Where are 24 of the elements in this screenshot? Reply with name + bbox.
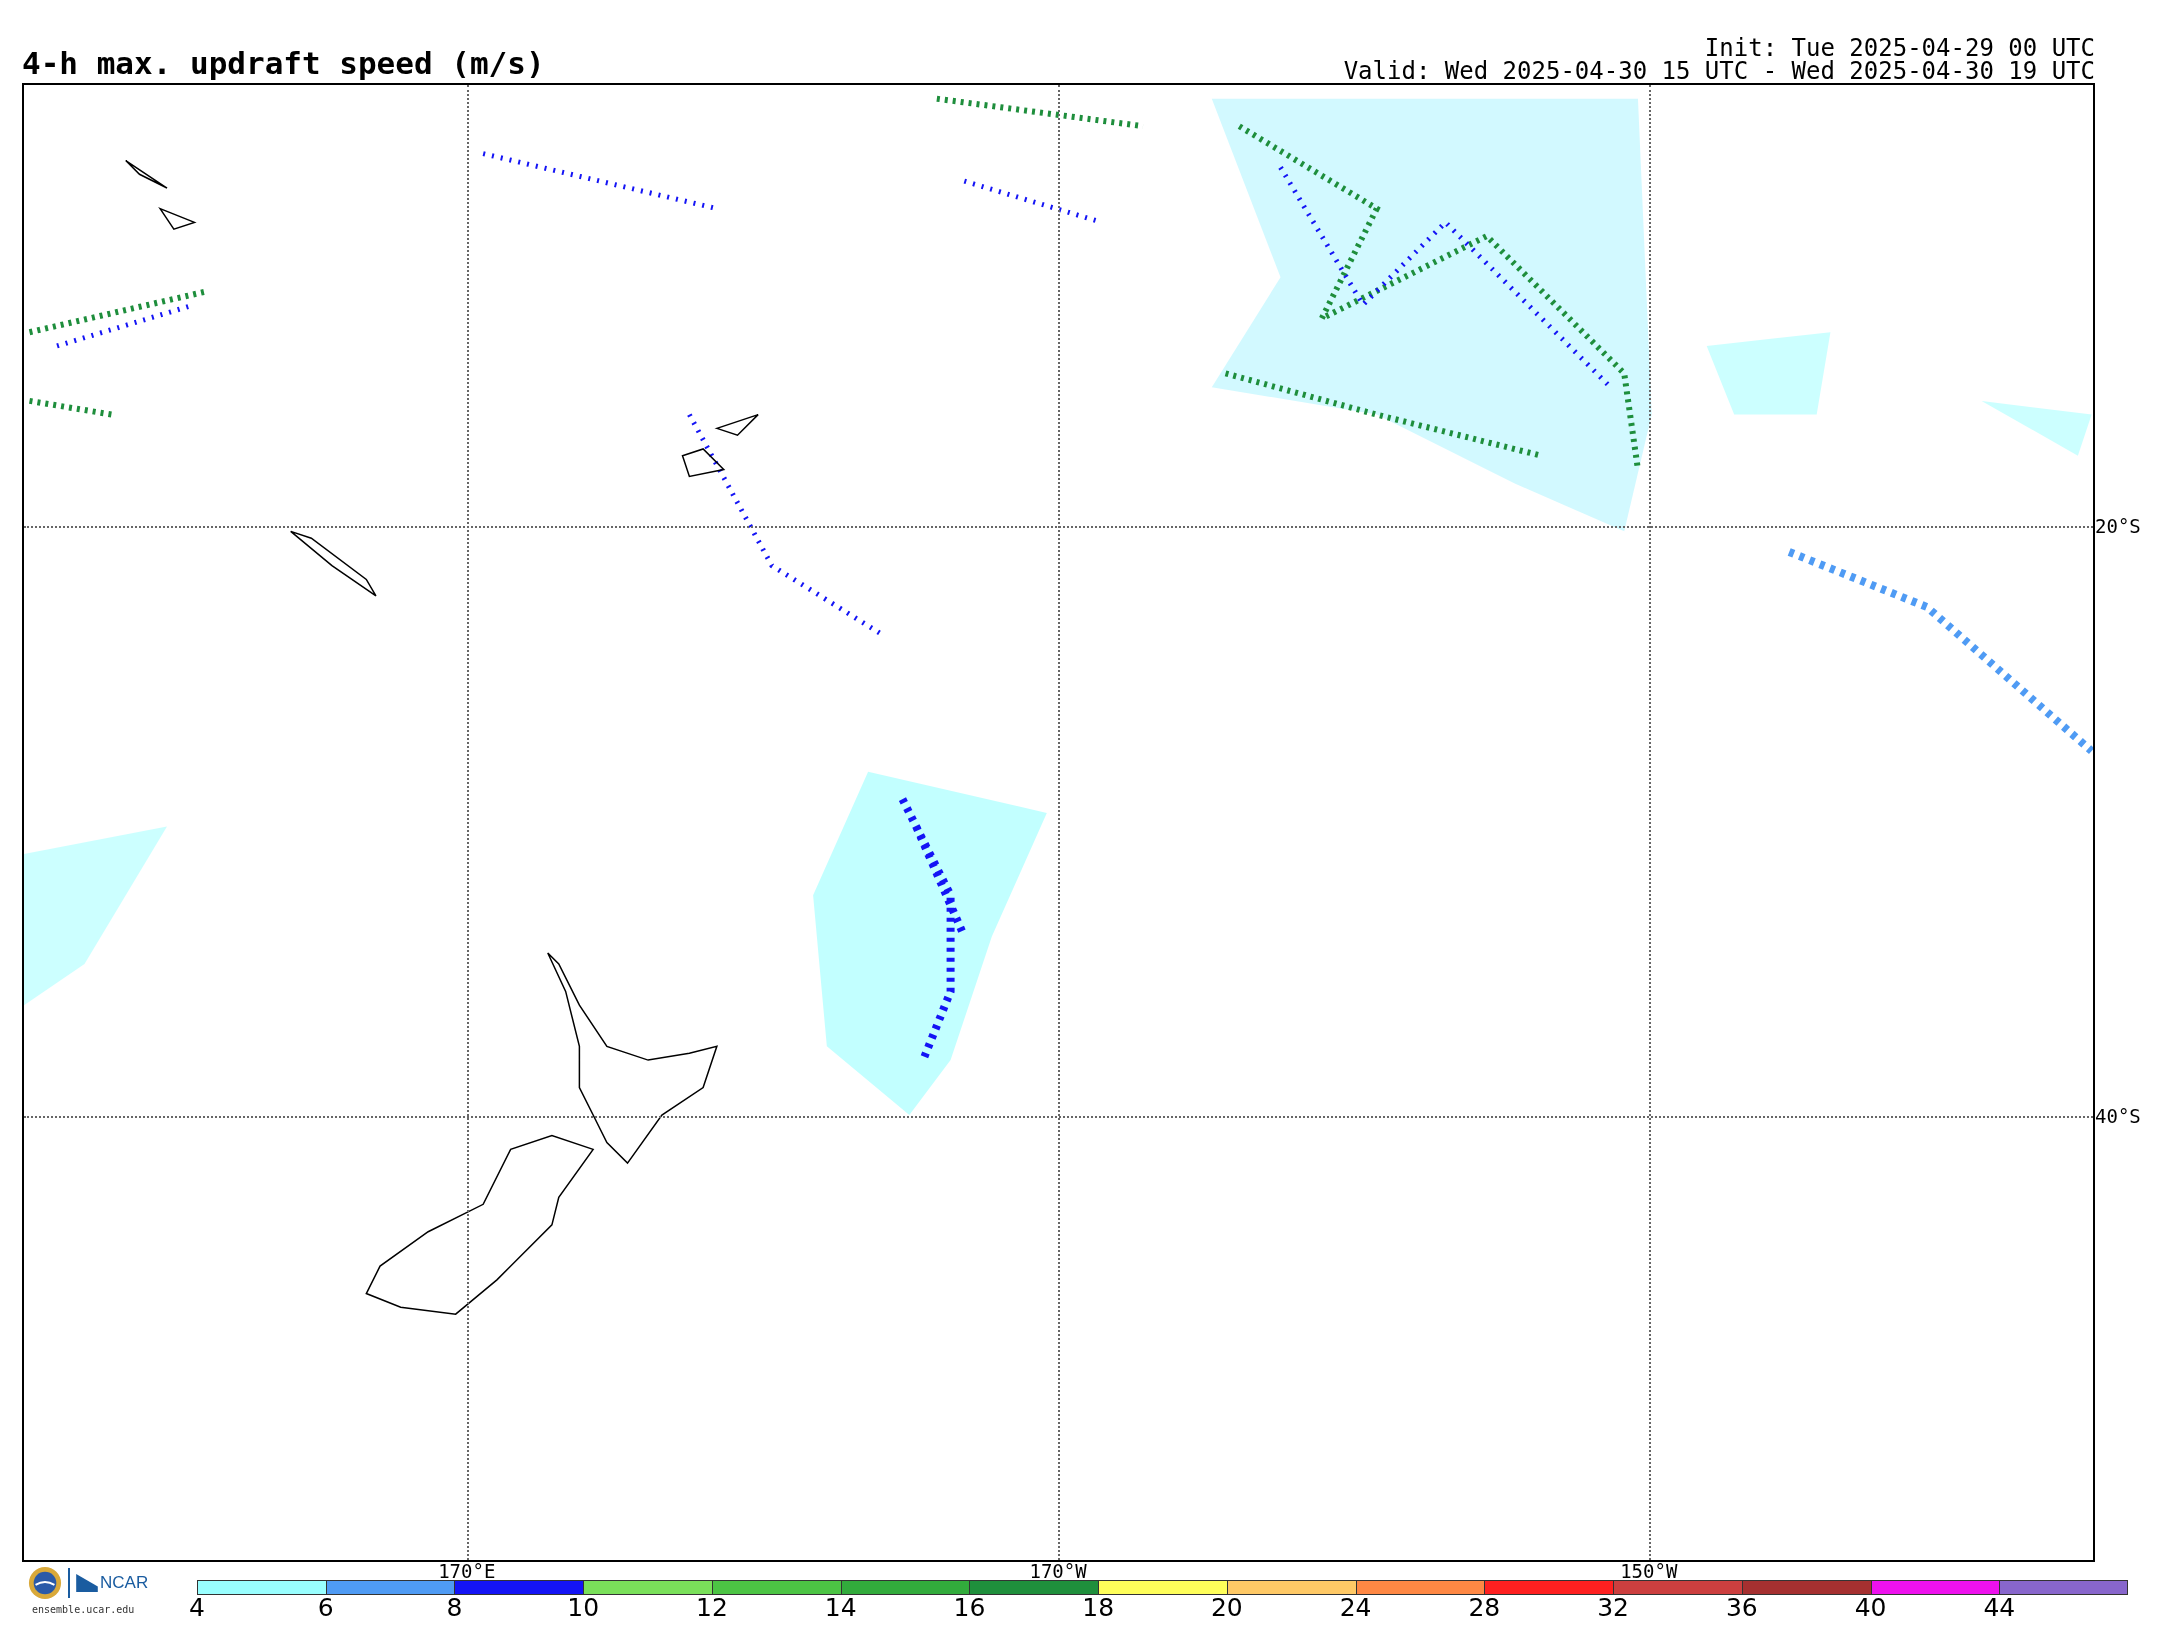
colorbar-tick-label: 10 bbox=[567, 1595, 600, 1620]
colorbar-tick-label: 20 bbox=[1210, 1595, 1243, 1620]
colorbar-tick-label: 6 bbox=[317, 1595, 334, 1620]
brand-name: NCAR bbox=[100, 1573, 149, 1593]
colorbar-tick-label: 28 bbox=[1468, 1595, 1501, 1620]
seal-icon bbox=[28, 1566, 62, 1600]
site-url: ensemble.ucar.edu bbox=[32, 1604, 135, 1615]
colorbar-tick-label: 14 bbox=[824, 1595, 857, 1620]
latitude-label: 20°S bbox=[2095, 516, 2141, 536]
colorbar-tick-label: 24 bbox=[1339, 1595, 1372, 1620]
colorbar-tick-label: 36 bbox=[1725, 1595, 1758, 1620]
valid-time: Valid: Wed 2025-04-30 15 UTC - Wed 2025-04-30 19 UTC bbox=[1343, 60, 2095, 83]
colorbar-tick-label: 40 bbox=[1854, 1595, 1887, 1620]
init-time: Init: Tue 2025-04-29 00 UTC bbox=[1704, 37, 2095, 60]
colorbar-tick-label: 12 bbox=[696, 1595, 728, 1620]
colorbar-tick-label: 4 bbox=[189, 1595, 205, 1620]
latitude-label: 40°S bbox=[2095, 1106, 2141, 1126]
colorbar-tick-label: 32 bbox=[1597, 1595, 1629, 1620]
colorbar-tick-label: 16 bbox=[953, 1595, 986, 1620]
colorbar-tick-label: 18 bbox=[1082, 1595, 1115, 1620]
colorbar-tick-label: 8 bbox=[446, 1595, 463, 1620]
chart-title: 4-h max. updraft speed (m/s) bbox=[22, 48, 545, 79]
colorbar-tick-label: 44 bbox=[1983, 1595, 2016, 1620]
triangle-icon bbox=[76, 1574, 98, 1592]
